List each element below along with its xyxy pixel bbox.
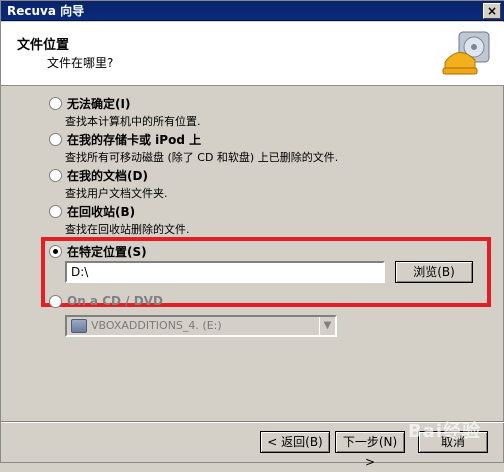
radio-cd-dvd[interactable] xyxy=(49,294,62,308)
close-icon: × xyxy=(486,4,498,18)
option-unknown-label: 无法确定(I) xyxy=(67,96,131,111)
recuva-wizard-window: Recuva 向导 × 文件位置 文件在哪里? 无法确定(I) 查找本计算机中的… xyxy=(0,0,504,469)
next-button[interactable]: 下一步(N) > xyxy=(335,431,405,469)
back-button[interactable]: < 返回(B) xyxy=(260,431,330,453)
option-card-ipod[interactable]: 在我的存储卡或 iPod 上 查找所有可移动磁盘 (除了 CD 和软盘) 上已删… xyxy=(49,131,449,165)
option-my-docs-desc: 查找用户文档文件夹. xyxy=(65,187,168,200)
cd-drive-dropdown[interactable]: VBOXADDITIONS_4. (E:) ▼ xyxy=(65,315,337,337)
option-unknown-desc: 查找本计算机中的所有位置. xyxy=(65,115,201,128)
chevron-down-icon[interactable]: ▼ xyxy=(319,317,335,335)
radio-card-ipod[interactable] xyxy=(49,132,62,146)
wizard-header: 文件位置 文件在哪里? xyxy=(1,22,504,86)
option-specific-location-label: 在特定位置(S) xyxy=(67,244,147,259)
footer-divider xyxy=(1,421,504,423)
option-cd-dvd-label: On a CD / DVD xyxy=(67,294,163,308)
option-my-docs[interactable]: 在我的文档(D) 查找用户文档文件夹. xyxy=(49,167,449,201)
recuva-logo-icon xyxy=(441,26,495,82)
option-card-ipod-desc: 查找所有可移动磁盘 (除了 CD 和软盘) 上已删除的文件. xyxy=(65,151,339,164)
option-card-ipod-label: 在我的存储卡或 iPod 上 xyxy=(67,132,202,147)
cd-drive-icon xyxy=(71,319,87,333)
path-input[interactable]: D:\ xyxy=(65,261,385,283)
cancel-button[interactable]: 取消 xyxy=(418,431,488,453)
option-unknown[interactable]: 无法确定(I) 查找本计算机中的所有位置. xyxy=(49,95,449,129)
browse-button[interactable]: 浏览(B) xyxy=(395,261,473,283)
options-area: 无法确定(I) 查找本计算机中的所有位置. 在我的存储卡或 iPod 上 查找所… xyxy=(1,87,504,417)
radio-unknown[interactable] xyxy=(49,96,62,110)
option-recycle-bin-label: 在回收站(B) xyxy=(67,204,136,219)
radio-recycle-bin[interactable] xyxy=(49,204,62,218)
option-cd-dvd[interactable]: On a CD / DVD xyxy=(49,293,449,309)
page-title: 文件位置 xyxy=(17,38,70,53)
close-button[interactable]: × xyxy=(483,3,501,19)
title-bar[interactable]: Recuva 向导 × xyxy=(1,1,504,21)
option-specific-location[interactable]: 在特定位置(S) xyxy=(49,243,449,259)
option-my-docs-label: 在我的文档(D) xyxy=(67,168,148,183)
path-row: D:\ 浏览(B) xyxy=(65,261,485,285)
window-title: Recuva 向导 xyxy=(7,4,85,18)
radio-specific-location[interactable] xyxy=(49,244,62,258)
cd-drive-selected: VBOXADDITIONS_4. (E:) xyxy=(91,319,222,332)
option-recycle-bin-desc: 查找在回收站删除的文件. xyxy=(65,223,190,236)
page-subtitle: 文件在哪里? xyxy=(47,56,114,70)
option-recycle-bin[interactable]: 在回收站(B) 查找在回收站删除的文件. xyxy=(49,203,449,237)
radio-my-docs[interactable] xyxy=(49,168,62,182)
